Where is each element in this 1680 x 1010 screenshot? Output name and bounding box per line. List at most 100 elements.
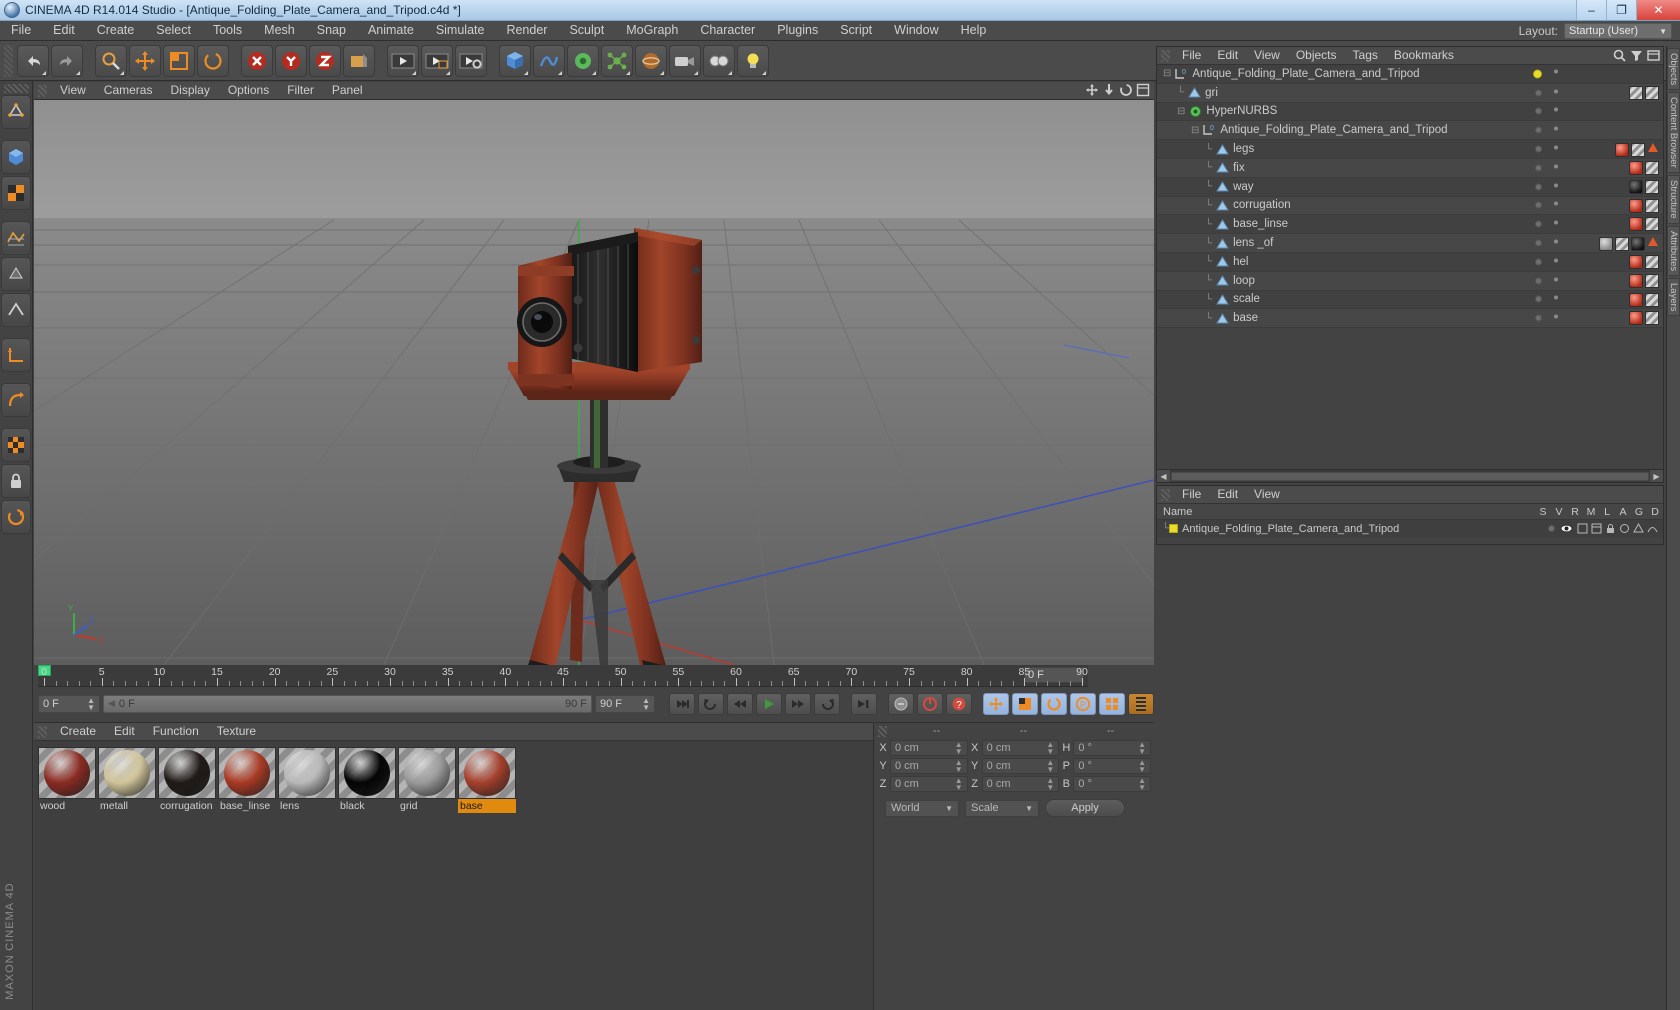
tag-ball-red-icon[interactable] [1629, 311, 1643, 326]
object-tree[interactable]: ⊟ 0 Antique_Folding_Plate_Camera_and_Tripo… [1157, 65, 1663, 468]
render-visibility-dot[interactable] [1554, 277, 1558, 282]
tag-ball-red-icon[interactable] [1629, 160, 1643, 175]
object-menu-view[interactable]: View [1246, 47, 1288, 64]
dock-tab-structure[interactable]: Structure [1667, 174, 1680, 224]
maximize-button[interactable]: ❐ [1606, 0, 1636, 20]
render-visibility-dot[interactable] [1554, 145, 1558, 150]
scroll-right-icon[interactable]: ▶ [1650, 470, 1663, 482]
add-cube-object-button[interactable] [499, 44, 531, 77]
spinner-icon[interactable]: ▲ ▼ [955, 741, 963, 756]
viewport-solo-button[interactable] [1, 428, 31, 462]
add-generator-object-button[interactable] [567, 44, 599, 77]
material-item[interactable]: base_linse [218, 747, 276, 813]
lock-x-axis-button[interactable] [241, 44, 273, 77]
tag-ball-red-icon[interactable] [1615, 142, 1629, 157]
layer-menu-view[interactable]: View [1246, 486, 1288, 503]
spinner-icon[interactable]: ▲ ▼ [87, 696, 95, 711]
material-preview[interactable] [158, 747, 216, 799]
object-tree-row[interactable]: └ gri [1157, 83, 1663, 103]
viewport-menu-cameras[interactable]: Cameras [95, 82, 162, 99]
menu-item-create[interactable]: Create [86, 21, 146, 40]
menu-item-help[interactable]: Help [950, 21, 998, 40]
object-manager-scrollbar[interactable]: ◀ ▶ [1157, 469, 1663, 482]
menu-item-select[interactable]: Select [145, 21, 202, 40]
add-floor-object-button[interactable] [703, 44, 735, 77]
tree-expand-icon[interactable]: └ [1205, 275, 1212, 286]
render-visibility-dot[interactable] [1554, 183, 1558, 188]
dock-tab-attributes[interactable]: Attributes [1667, 225, 1680, 276]
tree-expand-icon[interactable]: └ [1205, 294, 1212, 305]
coordinate-rotation-field[interactable]: 0 ° ▲ ▼ [1073, 776, 1152, 792]
menu-item-mograph[interactable]: MoGraph [615, 21, 689, 40]
spinner-icon[interactable]: ▲ ▼ [1046, 759, 1054, 774]
add-light-object-button[interactable] [737, 44, 769, 77]
workplane-orientation-button[interactable] [1, 500, 31, 534]
object-tree-row[interactable]: ⊟ 0 Antique_Folding_Plate_Camera_and_Tripo… [1157, 121, 1663, 141]
editor-visibility-dot[interactable] [1535, 126, 1542, 134]
dock-tab-content-browser[interactable]: Content Browser [1667, 92, 1680, 173]
make-editable-button[interactable] [1, 95, 31, 129]
record-rotation-button[interactable] [1041, 692, 1067, 715]
play-button[interactable] [756, 692, 782, 715]
editor-visibility-dot[interactable] [1535, 107, 1542, 115]
previous-key-button[interactable] [698, 692, 724, 715]
object-menu-file[interactable]: File [1174, 47, 1209, 64]
object-menu-objects[interactable]: Objects [1288, 47, 1345, 64]
material-preview[interactable] [98, 747, 156, 799]
editor-visibility-dot[interactable] [1535, 258, 1542, 266]
tag-selection-icon[interactable] [1647, 142, 1659, 157]
pan-view-icon[interactable] [1085, 83, 1099, 97]
search-icon[interactable] [1613, 49, 1626, 65]
coordinate-position-field[interactable]: 0 cm ▲ ▼ [890, 740, 968, 756]
object-tree-row[interactable]: └ base_linse [1157, 215, 1663, 235]
render-visibility-dot[interactable] [1554, 314, 1558, 319]
render-visibility-dot[interactable] [1554, 164, 1558, 169]
render-visibility-dot[interactable] [1554, 201, 1558, 206]
material-list-body[interactable]: wood metall corrugation base_linse lens black… [34, 741, 873, 1010]
live-selection-tool-button[interactable] [95, 44, 127, 77]
editor-visibility-dot[interactable] [1535, 220, 1542, 228]
editor-visibility-dot[interactable] [1535, 277, 1542, 285]
enable-axis-modification-button[interactable] [1, 383, 31, 417]
material-name[interactable]: base [458, 799, 516, 813]
render-visibility-dot[interactable] [1554, 126, 1558, 131]
material-item[interactable]: corrugation [158, 747, 216, 813]
spinner-icon[interactable]: ▲ ▼ [955, 777, 963, 792]
tag-checker-icon[interactable] [1645, 160, 1659, 175]
layer-manager-grip[interactable] [1161, 488, 1170, 501]
material-preview[interactable] [398, 747, 456, 799]
coordinate-rotation-field[interactable]: 0 ° ▲ ▼ [1073, 740, 1152, 756]
edge-mode-button[interactable] [1, 293, 31, 327]
tag-ball-red-icon[interactable] [1629, 273, 1643, 288]
coordinate-grip[interactable] [878, 725, 887, 737]
viewport-menu-grip[interactable] [38, 84, 47, 97]
material-menu-grip[interactable] [38, 725, 47, 738]
editor-visibility-dot[interactable] [1535, 89, 1542, 97]
coordinate-rotation-field[interactable]: 0 ° ▲ ▼ [1073, 758, 1152, 774]
menu-item-plugins[interactable]: Plugins [766, 21, 829, 40]
coordinate-size-field[interactable]: 0 cm ▲ ▼ [981, 758, 1060, 774]
tag-ball-gray-icon[interactable] [1599, 236, 1613, 251]
layer-render-icon[interactable] [1577, 523, 1588, 534]
add-camera-object-button[interactable] [669, 44, 701, 77]
viewport-menu-view[interactable]: View [51, 82, 95, 99]
material-name[interactable]: wood [38, 799, 96, 813]
dock-tab-layers[interactable]: Layers [1667, 277, 1680, 317]
point-mode-button[interactable] [1, 257, 31, 291]
tag-selection-icon[interactable] [1647, 236, 1659, 251]
scroll-thumb[interactable] [1171, 471, 1649, 481]
object-menu-bookmarks[interactable]: Bookmarks [1386, 47, 1462, 64]
model-mode-button[interactable] [1, 140, 31, 174]
tag-checker-icon[interactable] [1631, 142, 1645, 157]
coordinate-mode-dropdown[interactable]: Scale ▼ [965, 799, 1039, 817]
render-visibility-dot[interactable] [1554, 258, 1558, 263]
tag-ball-dark-icon[interactable] [1629, 179, 1643, 194]
render-visibility-dot[interactable] [1554, 69, 1558, 74]
add-scene-object-button[interactable] [635, 44, 667, 77]
tree-expand-icon[interactable]: └ [1205, 144, 1212, 155]
material-name[interactable]: corrugation [158, 799, 216, 813]
rotate-tool-button[interactable] [197, 44, 229, 77]
material-item[interactable]: wood [38, 747, 96, 813]
layer-lock-icon[interactable] [1605, 523, 1616, 534]
menu-item-mesh[interactable]: Mesh [253, 21, 306, 40]
